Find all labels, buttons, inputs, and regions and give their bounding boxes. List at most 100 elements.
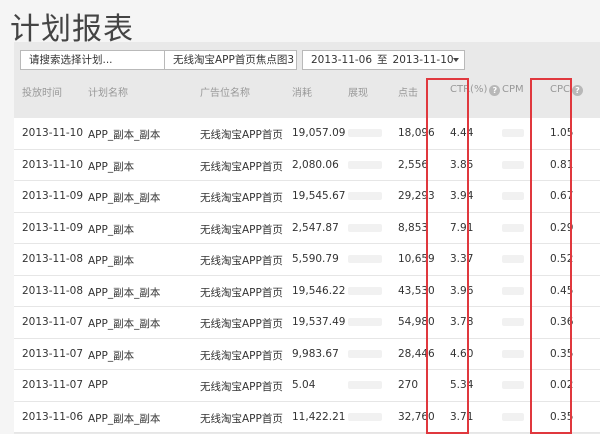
- table-row: 2013-11-09 APP_副本_副本 无线淘宝APP首页 19,545.67 29,…: [14, 181, 600, 213]
- cell-plan: APP: [88, 379, 108, 391]
- cell-ctr: 5.34: [450, 379, 474, 391]
- cell-clicks: 32,760: [398, 410, 435, 423]
- ad-position-select[interactable]: 无线淘宝APP首页焦点图3: [164, 50, 297, 70]
- cell-impressions: [348, 159, 382, 171]
- cell-date: 2013-11-08: [22, 284, 84, 297]
- cell-impressions: [348, 348, 382, 360]
- cell-ctr: 3.37: [450, 253, 474, 265]
- cell-plan: APP_副本: [88, 255, 135, 267]
- help-icon[interactable]: ?: [489, 85, 501, 96]
- cell-date: 2013-11-07: [22, 316, 84, 328]
- cell-cost: 2,547.87: [292, 221, 339, 234]
- cell-clicks: 29,293: [398, 190, 435, 202]
- cell-impressions: [348, 190, 382, 202]
- cell-plan: APP_副本_副本: [88, 412, 161, 425]
- cell-cost: 19,537.49: [292, 316, 346, 328]
- redacted-value: [502, 381, 524, 389]
- cell-cpm: [502, 379, 524, 391]
- cell-date: 2013-11-09: [22, 221, 84, 234]
- table-row: 2013-11-10 APP_副本_副本 无线淘宝APP首页 19,057.09 18,…: [14, 118, 600, 150]
- redacted-value: [348, 255, 382, 263]
- cell-cpm: [502, 411, 524, 423]
- redacted-value: [502, 160, 524, 169]
- cell-clicks: 54,980: [398, 316, 435, 328]
- header-cost[interactable]: 消耗: [292, 84, 312, 99]
- cell-clicks: 43,530: [398, 284, 435, 297]
- cell-impressions: [348, 127, 382, 139]
- cell-cpm: [502, 190, 524, 202]
- cell-date: 2013-11-09: [22, 190, 84, 202]
- cell-plan: APP_副本: [88, 349, 135, 362]
- redacted-value: [502, 255, 524, 263]
- cell-cost: 5,590.79: [292, 253, 339, 265]
- table-row: 2013-11-10 APP_副本 无线淘宝APP首页 2,080.06 2,556 3.…: [14, 150, 600, 181]
- cell-ctr: 3.85: [450, 158, 474, 171]
- table-row: 2013-11-09 APP_副本 无线淘宝APP首页 2,547.87 8,853 7.…: [14, 213, 600, 244]
- cell-ctr: 7.91: [450, 221, 474, 234]
- cell-plan: APP_副本_副本: [88, 129, 161, 141]
- cell-cpc: 1.05: [550, 127, 574, 139]
- date-end: 2013-11-10: [392, 54, 454, 66]
- cell-cpc: 0.35: [550, 410, 574, 423]
- header-impressions[interactable]: 展现: [348, 84, 368, 99]
- table-row: 2013-11-08 APP_副本 无线淘宝APP首页 5,590.79 10,659 3…: [14, 244, 600, 276]
- redacted-value: [348, 129, 382, 137]
- cell-cpm: [502, 285, 524, 297]
- header-ctr[interactable]: CTR(%)?: [450, 84, 501, 96]
- help-icon[interactable]: ?: [572, 85, 583, 96]
- redacted-value: [502, 412, 524, 421]
- cell-cost: 2,080.06: [292, 158, 339, 171]
- cell-position: 无线淘宝APP首页: [200, 286, 283, 299]
- redacted-value: [348, 192, 382, 200]
- cell-impressions: [348, 379, 382, 391]
- cell-ctr: 4.60: [450, 347, 474, 360]
- cell-cpm: [502, 316, 524, 328]
- plan-search-select[interactable]: 请搜索选择计划...: [20, 50, 165, 70]
- cell-date: 2013-11-07: [22, 347, 84, 360]
- date-start: 2013-11-06: [311, 54, 373, 66]
- cell-cost: 19,057.09: [292, 127, 346, 139]
- cell-plan: APP_副本_副本: [88, 192, 161, 204]
- header-cpm[interactable]: CPM: [502, 84, 524, 95]
- header-position[interactable]: 广告位名称: [200, 84, 250, 99]
- cell-date: 2013-11-10: [22, 127, 84, 139]
- header-cpc[interactable]: CPC?: [550, 84, 583, 96]
- cell-cpc: 0.52: [550, 253, 574, 265]
- redacted-value: [348, 349, 382, 358]
- cell-cost: 19,545.67: [292, 190, 346, 202]
- cell-clicks: 2,556: [398, 158, 429, 171]
- cell-cost: 11,422.21: [292, 410, 346, 423]
- cell-cpc: 0.45: [550, 284, 574, 297]
- cell-position: 无线淘宝APP首页: [200, 255, 283, 267]
- table-row: 2013-11-07 APP_副本_副本 无线淘宝APP首页 19,537.49 54,…: [14, 307, 600, 339]
- cell-ctr: 3.78: [450, 316, 474, 328]
- cell-cpc: 0.67: [550, 190, 574, 202]
- cell-clicks: 28,446: [398, 347, 435, 360]
- cell-impressions: [348, 253, 382, 265]
- cell-impressions: [348, 411, 382, 423]
- header-plan[interactable]: 计划名称: [88, 84, 128, 99]
- redacted-value: [502, 192, 524, 200]
- cell-position: 无线淘宝APP首页: [200, 349, 283, 362]
- cell-ctr: 4.44: [450, 127, 474, 139]
- cell-clicks: 10,659: [398, 253, 435, 265]
- redacted-value: [502, 223, 524, 232]
- cell-position: 无线淘宝APP首页: [200, 412, 283, 425]
- header-clicks[interactable]: 点击: [398, 84, 418, 99]
- cell-cpm: [502, 159, 524, 171]
- header-cpc-label: CPC: [550, 84, 570, 95]
- cell-position: 无线淘宝APP首页: [200, 160, 283, 173]
- cell-date: 2013-11-08: [22, 253, 84, 265]
- cell-plan: APP_副本: [88, 160, 135, 173]
- table-row: 2013-11-07 APP_副本 无线淘宝APP首页 9,983.67 28,446 4…: [14, 339, 600, 370]
- redacted-value: [348, 286, 382, 295]
- redacted-value: [348, 223, 382, 232]
- cell-position: 无线淘宝APP首页: [200, 318, 283, 330]
- redacted-value: [348, 160, 382, 169]
- header-date[interactable]: 投放时间: [22, 84, 62, 99]
- date-range-picker[interactable]: 2013-11-06 至 2013-11-10: [302, 50, 465, 70]
- cell-cpc: 0.35: [550, 347, 574, 360]
- cell-position: 无线淘宝APP首页: [200, 192, 283, 204]
- cell-cpc: 0.29: [550, 221, 574, 234]
- filter-toolbar: 请搜索选择计划... 无线淘宝APP首页焦点图3 2013-11-06 至 2013…: [14, 42, 600, 74]
